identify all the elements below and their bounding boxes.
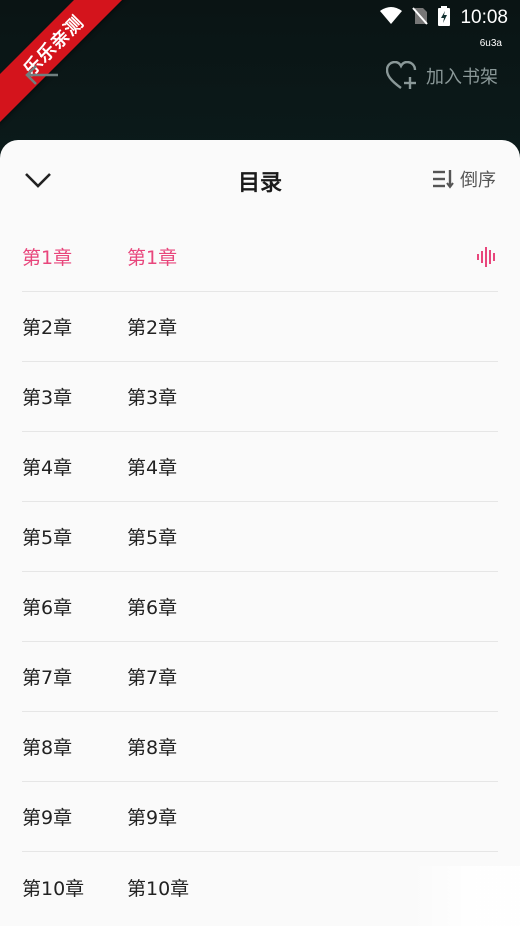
add-to-shelf-label: 加入书架 [426, 67, 498, 88]
heart-plus-icon [386, 61, 417, 89]
watermark-fade [410, 866, 520, 926]
chapter-number: 第7章 [22, 667, 73, 689]
chapter-number: 第9章 [22, 807, 73, 829]
chapter-item[interactable]: 第2章 第2章 [22, 292, 498, 362]
back-button[interactable] [22, 58, 62, 92]
chapter-title: 第3章 [127, 387, 178, 409]
chapter-item[interactable]: 第9章 第9章 [22, 782, 498, 852]
chapter-item[interactable]: 第7章 第7章 [22, 642, 498, 712]
chapter-number: 第4章 [22, 457, 73, 479]
corner-ribbon: 乐乐亲测 [0, 0, 130, 130]
wifi-icon [380, 7, 403, 29]
chapter-item[interactable]: 第8章 第8章 [22, 712, 498, 782]
collapse-button[interactable] [22, 164, 54, 196]
reverse-order-button[interactable]: 倒序 [432, 166, 496, 192]
chapter-number: 第5章 [22, 527, 73, 549]
chapter-item[interactable]: 第1章 第1章 [22, 222, 498, 292]
chapter-number: 第3章 [22, 387, 73, 409]
chevron-down-icon [25, 173, 51, 188]
chapter-title: 第10章 [127, 877, 190, 900]
chapter-list: 第1章 第1章 第2章 第2章 第3章 第3章 第4章 第4章 第5章 第5章 … [0, 222, 520, 922]
chapter-item[interactable]: 第3章 第3章 [22, 362, 498, 432]
status-sub-label: 6u3a [479, 38, 502, 49]
chapter-title: 第7章 [127, 667, 178, 689]
chapter-title: 第2章 [127, 317, 178, 339]
audio-playing-icon [476, 246, 498, 272]
sort-icon [433, 170, 454, 189]
ribbon-text: 乐乐亲测 [0, 0, 130, 125]
chapter-number: 第6章 [22, 597, 73, 619]
chapter-number: 第8章 [22, 737, 73, 759]
catalog-sheet: 目录 倒序 第1章 第1章 第2章 第2章 第3章 第3章 第4章 第4章 第5… [0, 140, 520, 926]
chapter-number: 第1章 [22, 247, 73, 269]
chapter-title: 第4章 [127, 457, 178, 479]
status-time: 10:08 [460, 7, 508, 28]
chapter-number: 第10章 [22, 877, 85, 900]
no-sim-icon [412, 7, 429, 29]
chapter-title: 第5章 [127, 527, 178, 549]
arrow-left-icon [25, 65, 58, 85]
chapter-title: 第8章 [127, 737, 178, 759]
reverse-order-label: 倒序 [460, 170, 496, 191]
chapter-title: 第6章 [127, 597, 178, 619]
battery-charging-icon [438, 6, 451, 30]
chapter-item[interactable]: 第5章 第5章 [22, 502, 498, 572]
sheet-header: 目录 倒序 [0, 140, 520, 222]
chapter-title: 第1章 [127, 247, 178, 269]
add-to-shelf-button[interactable]: 加入书架 [386, 60, 498, 92]
sheet-title: 目录 [237, 171, 282, 196]
chapter-title: 第9章 [127, 807, 178, 829]
chapter-item[interactable]: 第4章 第4章 [22, 432, 498, 502]
chapter-number: 第2章 [22, 317, 73, 339]
chapter-item[interactable]: 第6章 第6章 [22, 572, 498, 642]
